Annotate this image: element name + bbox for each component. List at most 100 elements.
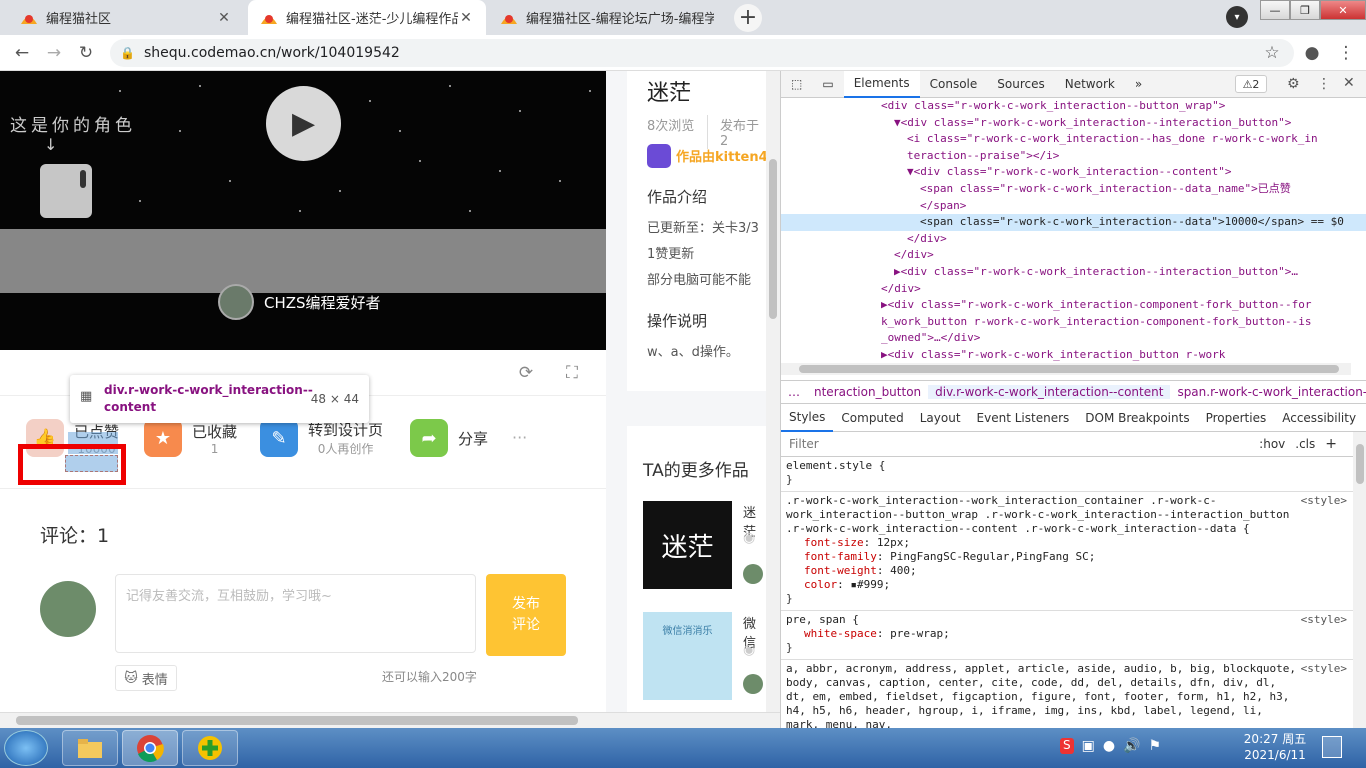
- subtab-dom-breakpoints[interactable]: DOM Breakpoints: [1077, 405, 1197, 432]
- volume-icon[interactable]: 🔊: [1123, 738, 1140, 754]
- more-tabs-icon[interactable]: »: [1125, 71, 1152, 98]
- favorite-button[interactable]: ★ 已收藏 1: [144, 419, 237, 457]
- dom-scrollbar[interactable]: [781, 363, 1351, 375]
- styles-filter-input[interactable]: Filter: [789, 437, 1259, 451]
- app-tray-icon[interactable]: ●: [1103, 738, 1115, 754]
- tab-3[interactable]: 编程猫社区-编程论坛广场-编程学: [488, 0, 726, 35]
- subtab-styles[interactable]: Styles: [781, 405, 834, 432]
- css-rule[interactable]: <style> .r-work-c-work_interaction--work_…: [781, 492, 1353, 611]
- dom-node-line[interactable]: <span class="r-work-c-work_interaction--…: [781, 181, 1366, 198]
- tab-console[interactable]: Console: [920, 71, 988, 98]
- css-declaration[interactable]: font-weight: 400;: [786, 564, 1349, 578]
- styles-pane[interactable]: element.style {} <style> .r-work-c-work_in…: [781, 457, 1353, 728]
- fullscreen-icon[interactable]: ⛶: [561, 362, 583, 384]
- work-thumbnail[interactable]: 迷茫: [643, 501, 732, 589]
- settings-gear-icon[interactable]: ⚙: [1287, 76, 1300, 92]
- taskbar-clock[interactable]: 20:27 周五 2021/6/11: [1234, 731, 1316, 763]
- address-bar[interactable]: 🔒 shequ.codemao.cn/work/104019542: [110, 39, 1294, 67]
- subtab-event-listeners[interactable]: Event Listeners: [969, 405, 1078, 432]
- subtab-computed[interactable]: Computed: [833, 405, 911, 432]
- dom-node-line[interactable]: ▶<div class="r-work-c-work_interaction-c…: [781, 297, 1366, 314]
- to-design-button[interactable]: ✎ 转到设计页 0人再创作: [260, 419, 383, 457]
- start-button[interactable]: [4, 730, 48, 766]
- player-author[interactable]: CHZS编程爱好者: [218, 284, 381, 320]
- css-declaration[interactable]: white-space: pre-wrap;: [786, 627, 1349, 641]
- breadcrumb-item-active[interactable]: div.r-work-c-work_interaction--content: [928, 385, 1171, 399]
- inspect-element-icon[interactable]: ⬚: [781, 71, 812, 98]
- dom-node-line[interactable]: </div>: [781, 281, 1366, 298]
- minimize-button[interactable]: —: [1260, 0, 1290, 20]
- share-button[interactable]: ➦ 分享: [410, 419, 488, 457]
- css-declaration[interactable]: font-family: PingFangSC-Regular,PingFang…: [786, 550, 1349, 564]
- chrome-icon[interactable]: [122, 730, 178, 766]
- work-thumbnail[interactable]: 微信消消乐: [643, 612, 732, 700]
- dom-node-line[interactable]: <span class="r-work-c-work_interaction--…: [781, 214, 1366, 231]
- back-icon[interactable]: ←: [12, 43, 32, 63]
- network-icon[interactable]: ▣: [1082, 738, 1095, 754]
- restart-icon[interactable]: ⟳: [515, 362, 537, 384]
- file-explorer-icon[interactable]: [62, 730, 118, 766]
- menu-kebab-icon[interactable]: ⋮: [1336, 43, 1356, 63]
- dom-node-line[interactable]: k_work_button r-work-c-work_interaction-…: [781, 314, 1366, 331]
- rule-source-link[interactable]: <style>: [1301, 613, 1347, 627]
- more-icon[interactable]: ···: [512, 428, 527, 447]
- styles-scrollbar[interactable]: [1353, 432, 1366, 728]
- play-button[interactable]: ▶: [266, 86, 341, 161]
- horizontal-scrollbar[interactable]: [0, 712, 780, 728]
- css-declaration[interactable]: font-size: 12px;: [786, 536, 1349, 550]
- tab-2-active[interactable]: 编程猫社区-迷茫-少儿编程作品 ✕: [248, 0, 486, 35]
- tab-close-icon[interactable]: ✕: [216, 10, 232, 26]
- dom-node-line[interactable]: ▼<div class="r-work-c-work_interaction--…: [781, 115, 1366, 132]
- devtools-menu-icon[interactable]: ⋮: [1317, 76, 1331, 92]
- tab-network[interactable]: Network: [1055, 71, 1125, 98]
- dom-node-line[interactable]: </span>: [781, 198, 1366, 215]
- warnings-badge[interactable]: ⚠2: [1235, 75, 1267, 93]
- close-window-button[interactable]: ✕: [1320, 0, 1366, 20]
- new-tab-button[interactable]: +: [734, 4, 762, 32]
- tab-sources[interactable]: Sources: [987, 71, 1054, 98]
- breadcrumb-item[interactable]: …: [781, 385, 807, 399]
- device-toggle-icon[interactable]: ▭: [812, 71, 843, 98]
- close-devtools-icon[interactable]: ✕: [1343, 75, 1355, 91]
- profile-menu-icon[interactable]: ▾: [1226, 6, 1248, 28]
- css-rule[interactable]: <style> a, abbr, acronym, address, applet…: [781, 660, 1353, 728]
- made-with-kitten[interactable]: 作品由kitten4: [676, 146, 768, 165]
- css-declaration[interactable]: color: ▪#999;: [786, 578, 1349, 592]
- tab-1[interactable]: 编程猫社区 ✕: [8, 0, 244, 35]
- maximize-button[interactable]: ❐: [1290, 0, 1320, 20]
- emoji-button[interactable]: 🐱 表情: [115, 665, 177, 691]
- dom-node-line[interactable]: _owned">…</div>: [781, 330, 1366, 347]
- hov-toggle[interactable]: :hov: [1259, 437, 1285, 451]
- app-plus-icon[interactable]: [182, 730, 238, 766]
- dom-node-line[interactable]: </div>: [781, 231, 1366, 248]
- subtab-accessibility[interactable]: Accessibility: [1274, 405, 1364, 432]
- dom-node-line[interactable]: teraction--praise"></i>: [781, 148, 1366, 165]
- dom-node-line[interactable]: ▶<div class="r-work-c-work_interaction_b…: [781, 347, 1366, 363]
- tab-close-icon[interactable]: ✕: [458, 10, 474, 26]
- notifications-icon[interactable]: [1322, 736, 1342, 758]
- new-rule-icon[interactable]: +: [1325, 436, 1337, 452]
- rule-source-link[interactable]: <style>: [1301, 494, 1347, 508]
- subtab-layout[interactable]: Layout: [912, 405, 969, 432]
- forward-icon[interactable]: →: [44, 43, 64, 63]
- comment-input[interactable]: 记得友善交流，互相鼓励，学习哦~: [115, 574, 476, 653]
- subtab-properties[interactable]: Properties: [1198, 405, 1275, 432]
- css-rule[interactable]: <style> pre, span {white-space: pre-wrap;…: [781, 611, 1353, 660]
- breadcrumb-item[interactable]: nteraction_button: [807, 385, 928, 399]
- rule-source-link[interactable]: <style>: [1301, 662, 1347, 676]
- dom-node-line[interactable]: <i class="r-work-c-work_interaction--has…: [781, 131, 1366, 148]
- dom-node-line[interactable]: </div>: [781, 247, 1366, 264]
- sogou-input-icon[interactable]: S: [1060, 738, 1074, 754]
- breadcrumb-item[interactable]: span.r-work-c-work_interaction--data: [1170, 385, 1366, 399]
- tab-elements[interactable]: Elements: [843, 70, 920, 98]
- work-player[interactable]: 这是你的角色 ↓ ▶ CHZS编程爱好者: [0, 71, 606, 350]
- dom-node-line[interactable]: ▼<div class="r-work-c-work_interaction--…: [781, 164, 1366, 181]
- submit-comment-button[interactable]: 发布 评论: [486, 574, 566, 656]
- bookmark-star-icon[interactable]: ☆: [1262, 43, 1282, 63]
- css-rule[interactable]: element.style {}: [781, 457, 1353, 492]
- cls-toggle[interactable]: .cls: [1295, 437, 1315, 451]
- flag-icon[interactable]: ⚑: [1149, 738, 1162, 754]
- reload-icon[interactable]: ↻: [76, 43, 96, 63]
- dom-node-line[interactable]: <div class="r-work-c-work_interaction--b…: [781, 98, 1366, 115]
- dom-node-line[interactable]: ▶<div class="r-work-c-work_interaction--…: [781, 264, 1366, 281]
